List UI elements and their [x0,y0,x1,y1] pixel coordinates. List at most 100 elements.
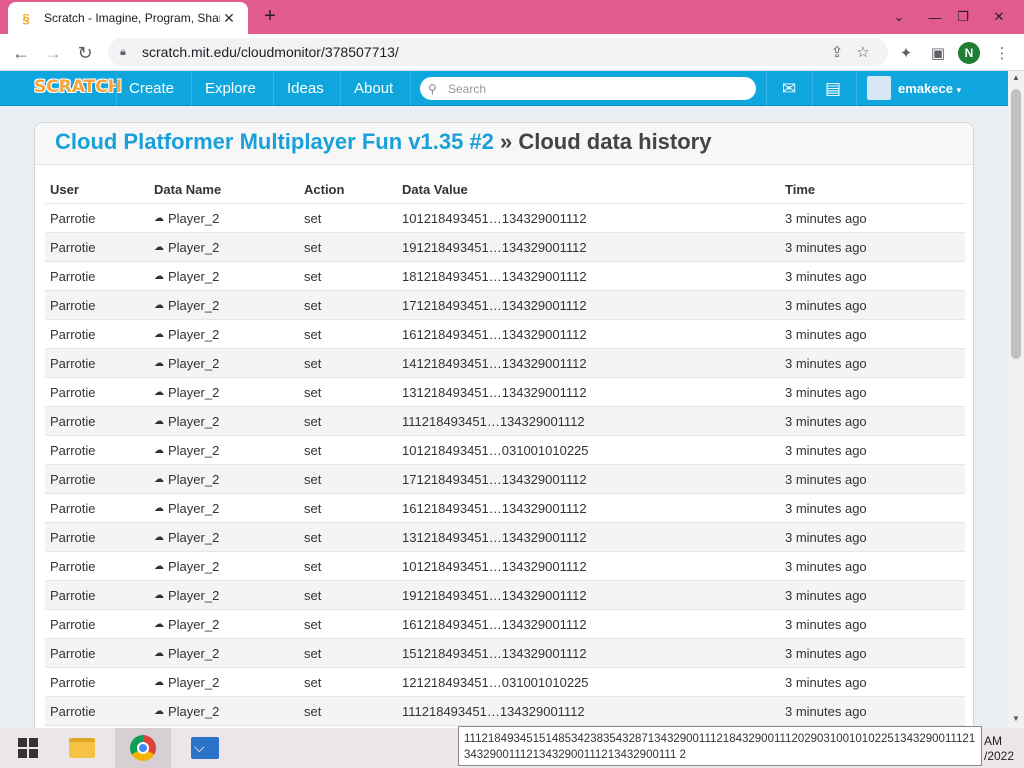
cell-user[interactable]: Parrotie [45,588,154,603]
cell-action: set [304,326,322,342]
cell-user[interactable]: Parrotie [45,675,154,690]
username-label: emakece [898,81,953,96]
cell-data-value[interactable]: 161218493451…134329001112 [402,617,785,632]
messages-icon[interactable]: ✉ [776,77,802,100]
cloud-icon: ☁ [154,647,164,659]
cell-user[interactable]: Parrotie [45,356,154,371]
restore-button[interactable]: ❐ [946,0,980,34]
back-button[interactable]: ← [8,40,34,66]
cloud-icon: ☁ [154,444,164,456]
file-explorer-button[interactable] [54,728,110,768]
extensions-icon[interactable]: ✦ [893,40,919,66]
cell-data-name: ☁ Player_2 [154,211,304,226]
forward-button[interactable]: → [40,40,66,66]
cell-data-value[interactable]: 101218493451…031001010225 [402,443,785,458]
cell-data-value[interactable]: 161218493451…134329001112 [402,501,785,516]
cell-data-value[interactable]: 121218493451…031001010225 [402,675,785,690]
reload-button[interactable]: ↻ [72,40,98,66]
cell-data-value[interactable]: 131218493451…134329001112 [402,530,785,545]
cell-data-name-text: Player_2 [168,645,220,661]
cell-data-value[interactable]: 111218493451…134329001112 [402,414,785,429]
cell-user[interactable]: Parrotie [45,704,154,719]
side-panel-icon[interactable]: ▣ [925,40,951,66]
cell-time: 3 minutes ago [785,587,867,603]
cell-user[interactable]: Parrotie [45,617,154,632]
cell-data-value[interactable]: 171218493451…134329001112 [402,298,785,313]
menu-icon[interactable]: ⋮ [989,40,1015,66]
cell-data-value[interactable]: 171218493451…134329001112 [402,472,785,487]
nav-link-ideas[interactable]: Ideas [275,71,336,106]
project-title-link[interactable]: Cloud Platformer Multiplayer Fun v1.35 #… [55,129,494,154]
column-header-data-name: Data Name [154,181,222,197]
cell-user[interactable]: Parrotie [45,646,154,661]
clock-time: AM [984,734,1002,748]
cell-user[interactable]: Parrotie [45,385,154,400]
cell-user[interactable]: Parrotie [45,443,154,458]
search-input[interactable] [444,81,748,96]
cell-user[interactable]: Parrotie [45,472,154,487]
cell-action: set [304,587,322,603]
system-clock[interactable]: AM /2022 [984,734,1014,764]
cell-data-value[interactable]: 141218493451…134329001112 [402,356,785,371]
scroll-up-arrow[interactable]: ▲ [1008,71,1024,85]
cell-user[interactable]: Parrotie [45,559,154,574]
nav-link-explore[interactable]: Explore [193,71,268,106]
start-button[interactable] [0,728,56,768]
cell-data-value[interactable]: 101218493451…134329001112 [402,559,785,574]
cell-time: 3 minutes ago [785,239,867,255]
cell-data-name: ☁ Player_2 [154,646,304,661]
cell-user[interactable]: Parrotie [45,269,154,284]
username-menu[interactable]: emakece ▾ [898,71,961,106]
browser-tab[interactable]: § Scratch - Imagine, Program, Shar ✕ [8,2,248,34]
cell-user[interactable]: Parrotie [45,501,154,516]
cell-data-value[interactable]: 111218493451…134329001112 [402,704,785,719]
chevron-down-icon[interactable]: ⌄ [882,0,916,34]
cell-user[interactable]: Parrotie [45,298,154,313]
chrome-icon [130,735,156,761]
chrome-taskbar-button[interactable] [115,728,171,768]
cloud-icon: ☁ [154,618,164,630]
cell-data-name: ☁ Player_2 [154,704,304,719]
page-scrollbar[interactable]: ▲ ▼ [1008,71,1024,728]
table-row: Parrotie ☁ Player_2 set 111218493451…1343290… [45,697,965,726]
nav-link-create[interactable]: Create [117,71,186,106]
new-tab-button[interactable]: + [258,5,282,29]
scroll-down-arrow[interactable]: ▼ [1008,712,1024,726]
cloud-history-panel: Cloud Platformer Multiplayer Fun v1.35 #… [34,122,974,728]
cell-data-value[interactable]: 161218493451…134329001112 [402,327,785,342]
scratch-logo[interactable]: SCRATCH [34,77,122,97]
cell-data-name-text: Player_2 [168,674,220,690]
folder-icon [69,738,95,758]
table-row: Parrotie ☁ Player_2 set 131218493451…1343290… [45,378,965,407]
table-row: Parrotie ☁ Player_2 set 171218493451…1343290… [45,465,965,494]
cell-data-value[interactable]: 151218493451…134329001112 [402,646,785,661]
cell-user[interactable]: Parrotie [45,530,154,545]
cell-data-name-text: Player_2 [168,384,220,400]
table-row: Parrotie ☁ Player_2 set 141218493451…1343290… [45,349,965,378]
cell-data-value[interactable]: 131218493451…134329001112 [402,385,785,400]
star-icon[interactable]: ☆ [850,43,876,61]
window-close-button[interactable]: ✕ [982,0,1016,34]
cell-data-value[interactable]: 101218493451…134329001112 [402,211,785,226]
column-header-time: Time [785,181,816,197]
share-icon[interactable]: ⇪ [824,43,850,61]
scrollbar-thumb[interactable] [1011,89,1021,359]
cell-user[interactable]: Parrotie [45,240,154,255]
cell-action: set [304,616,322,632]
column-header-user: User [50,181,79,197]
user-avatar[interactable] [867,76,891,100]
my-stuff-icon[interactable]: ▤ [820,77,846,100]
nav-link-about[interactable]: About [342,71,405,106]
close-icon[interactable]: ✕ [220,10,238,27]
mail-taskbar-button[interactable]: ⌵ [177,728,233,768]
cell-data-value[interactable]: 191218493451…134329001112 [402,588,785,603]
profile-avatar[interactable]: N [958,42,980,64]
cell-data-value[interactable]: 191218493451…134329001112 [402,240,785,255]
cell-data-value[interactable]: 181218493451…134329001112 [402,269,785,284]
cell-user[interactable]: Parrotie [45,327,154,342]
cell-data-name-text: Player_2 [168,326,220,342]
table-header: User Data Name Action Data Value Time [45,175,965,204]
address-bar[interactable]: 🔒︎ scratch.mit.edu/cloudmonitor/37850771… [108,38,888,66]
cell-user[interactable]: Parrotie [45,211,154,226]
cell-user[interactable]: Parrotie [45,414,154,429]
